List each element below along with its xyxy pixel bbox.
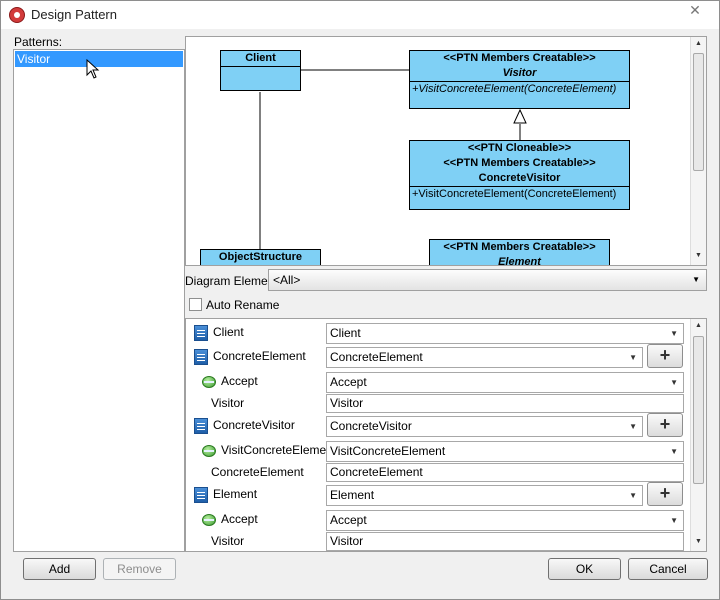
patterns-label: Patterns: xyxy=(14,35,63,49)
property-value-dropdown[interactable]: Client ▼ xyxy=(326,323,684,344)
property-label: Client xyxy=(213,325,244,339)
chevron-down-icon: ▼ xyxy=(629,422,637,431)
property-label: VisitConcreteElement xyxy=(221,443,337,457)
scroll-down-icon[interactable]: ▼ xyxy=(695,252,702,259)
chevron-down-icon: ▼ xyxy=(670,447,678,456)
parameter-name-input[interactable]: ConcreteElement xyxy=(326,463,684,482)
diagram-element-label: Diagram Element xyxy=(185,274,278,288)
class-icon xyxy=(194,418,208,434)
property-value: Element xyxy=(330,488,375,502)
pattern-properties-panel: Client Client ▼ ConcreteElement ConcreteE… xyxy=(185,318,707,552)
property-label: Visitor xyxy=(211,396,245,410)
property-label: Element xyxy=(213,487,258,501)
property-label: ConcreteElement xyxy=(213,349,306,363)
patterns-list[interactable]: Visitor xyxy=(13,49,185,552)
property-row: Element Element ▼ + xyxy=(186,482,690,506)
property-row: Client Client ▼ xyxy=(186,323,690,344)
property-label: Accept xyxy=(221,374,258,388)
object-structure-name: ObjectStructure xyxy=(218,251,303,263)
uml-class-client[interactable]: Client xyxy=(220,50,301,91)
property-value-dropdown[interactable]: Accept ▼ xyxy=(326,510,684,531)
uml-class-element[interactable]: <<PTN Members Creatable>> Element xyxy=(429,239,610,266)
scroll-down-icon[interactable]: ▼ xyxy=(695,538,702,545)
element-stereotype: <<PTN Members Creatable>> xyxy=(443,241,596,253)
property-value-dropdown[interactable]: Element ▼ xyxy=(326,485,643,506)
diagram-element-value: <All> xyxy=(273,273,301,287)
cancel-button[interactable]: Cancel xyxy=(628,558,708,580)
property-value: Accept xyxy=(330,375,367,389)
scroll-up-icon[interactable]: ▲ xyxy=(695,322,702,329)
properties-scrollbar[interactable]: ▲ ▼ xyxy=(690,319,706,551)
mouse-pointer-icon xyxy=(86,59,100,79)
property-row: ConcreteElement ConcreteElement ▼ + xyxy=(186,344,690,368)
property-label: Visitor xyxy=(211,534,245,548)
property-value: Accept xyxy=(330,513,367,527)
property-row: Visitor Visitor xyxy=(186,394,690,414)
visitor-name: Visitor xyxy=(410,66,629,82)
diagram-element-dropdown[interactable]: <All> ▼ xyxy=(268,269,707,291)
class-icon xyxy=(194,349,208,365)
property-value: ConcreteVisitor xyxy=(330,419,412,433)
property-value-dropdown[interactable]: ConcreteElement ▼ xyxy=(326,347,643,368)
chevron-down-icon: ▼ xyxy=(692,275,700,284)
concrete-visitor-stereotype-2: <<PTN Members Creatable>> xyxy=(443,157,596,169)
uml-class-visitor[interactable]: <<PTN Members Creatable>> Visitor +Visit… xyxy=(409,50,630,109)
property-row: Accept Accept ▼ xyxy=(186,372,690,393)
property-value-dropdown[interactable]: ConcreteVisitor ▼ xyxy=(326,416,643,437)
auto-rename-label: Auto Rename xyxy=(206,298,280,312)
element-name: Element xyxy=(498,256,541,266)
property-row: VisitConcreteElement VisitConcreteElemen… xyxy=(186,441,690,462)
parameter-name-input[interactable]: Visitor xyxy=(326,532,684,551)
title-bar: Design Pattern ✕ xyxy=(1,1,719,29)
uml-class-object-structure[interactable]: ObjectStructure xyxy=(200,249,321,265)
diagram-preview[interactable]: Client <<PTN Members Creatable>> Visitor… xyxy=(185,36,707,266)
property-value: ConcreteElement xyxy=(330,350,423,364)
diagram-scrollbar[interactable]: ▲ ▼ xyxy=(690,37,706,265)
concrete-visitor-operation: +VisitConcreteElement(ConcreteElement) xyxy=(412,188,617,200)
class-icon xyxy=(194,487,208,503)
property-row: Accept Accept ▼ xyxy=(186,510,690,531)
ok-button[interactable]: OK xyxy=(548,558,621,580)
property-row: ConcreteVisitor ConcreteVisitor ▼ + xyxy=(186,413,690,437)
scroll-up-icon[interactable]: ▲ xyxy=(695,40,702,47)
add-element-button[interactable]: + xyxy=(647,413,683,437)
diagram-scroll-thumb[interactable] xyxy=(693,53,704,171)
operation-icon xyxy=(202,514,216,526)
design-pattern-dialog: Design Pattern ✕ Patterns: Visitor Clien… xyxy=(0,0,720,600)
property-label: Accept xyxy=(221,512,258,526)
add-element-button[interactable]: + xyxy=(647,344,683,368)
concrete-visitor-stereotype-1: <<PTN Cloneable>> xyxy=(467,142,572,154)
property-row: ConcreteElement ConcreteElement xyxy=(186,463,690,483)
concrete-visitor-name: ConcreteVisitor xyxy=(410,171,629,187)
uml-class-concrete-visitor[interactable]: <<PTN Cloneable>> <<PTN Members Creatabl… xyxy=(409,140,630,210)
chevron-down-icon: ▼ xyxy=(629,491,637,500)
parameter-name-input[interactable]: Visitor xyxy=(326,394,684,413)
add-pattern-button[interactable]: Add xyxy=(23,558,96,580)
chevron-down-icon: ▼ xyxy=(670,329,678,338)
chevron-down-icon: ▼ xyxy=(670,378,678,387)
close-button[interactable]: ✕ xyxy=(676,2,714,20)
property-label: ConcreteVisitor xyxy=(213,418,295,432)
property-value-dropdown[interactable]: Accept ▼ xyxy=(326,372,684,393)
properties-scroll-thumb[interactable] xyxy=(693,336,704,484)
property-value: VisitConcreteElement xyxy=(330,444,446,458)
auto-rename-checkbox[interactable] xyxy=(189,298,202,311)
property-label: ConcreteElement xyxy=(211,465,304,479)
property-row: Visitor Visitor xyxy=(186,532,690,551)
operation-icon xyxy=(202,445,216,457)
visitor-stereotype: <<PTN Members Creatable>> xyxy=(443,52,596,64)
window-title: Design Pattern xyxy=(31,7,117,22)
class-icon xyxy=(194,325,208,341)
app-logo-icon xyxy=(9,7,25,23)
property-value: Client xyxy=(330,326,361,340)
chevron-down-icon: ▼ xyxy=(670,516,678,525)
chevron-down-icon: ▼ xyxy=(629,353,637,362)
visitor-operation: +VisitConcreteElement(ConcreteElement) xyxy=(412,83,617,95)
remove-pattern-button[interactable]: Remove xyxy=(103,558,176,580)
property-value-dropdown[interactable]: VisitConcreteElement ▼ xyxy=(326,441,684,462)
client-name: Client xyxy=(221,51,300,67)
add-element-button[interactable]: + xyxy=(647,482,683,506)
operation-icon xyxy=(202,376,216,388)
